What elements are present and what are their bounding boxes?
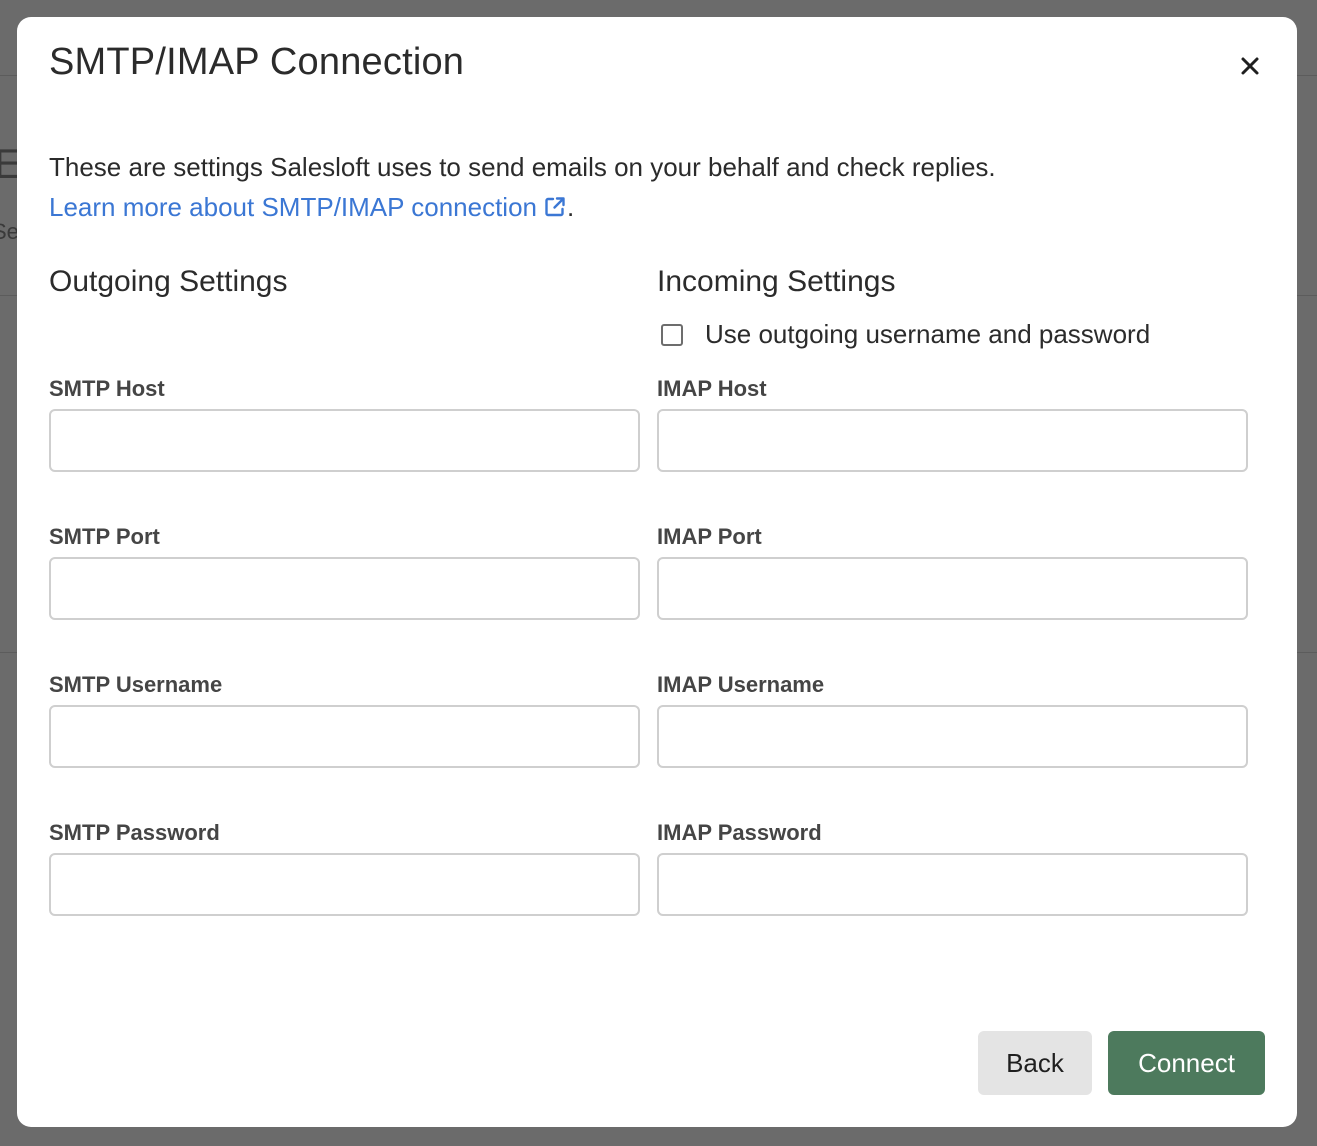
dialog-title: SMTP/IMAP Connection <box>49 41 465 83</box>
connect-button[interactable]: Connect <box>1108 1031 1265 1095</box>
imap-host-label: IMAP Host <box>657 376 767 401</box>
close-icon <box>1241 57 1259 75</box>
smtp-username-input[interactable] <box>49 705 640 768</box>
background-heading-fragment: E <box>0 140 17 187</box>
background-divider <box>1297 295 1317 296</box>
smtp-password-input[interactable] <box>49 853 640 916</box>
learn-more-link[interactable]: Learn more about SMTP/IMAP connection <box>49 192 567 222</box>
imap-port-label: IMAP Port <box>657 524 762 549</box>
imap-host-input[interactable] <box>657 409 1248 472</box>
background-divider <box>1297 652 1317 653</box>
smtp-host-input[interactable] <box>49 409 640 472</box>
smtp-port-label: SMTP Port <box>49 524 160 549</box>
use-outgoing-credentials-checkbox[interactable] <box>661 323 683 346</box>
learn-more-line: Learn more about SMTP/IMAP connection . <box>49 187 1249 227</box>
smtp-port-input[interactable] <box>49 557 640 620</box>
description-text: These are settings Salesloft uses to sen… <box>49 152 996 182</box>
background-divider <box>0 295 17 296</box>
imap-port-input[interactable] <box>657 557 1248 620</box>
use-outgoing-credentials-option[interactable]: Use outgoing username and password <box>657 319 1150 350</box>
background-divider <box>0 75 17 76</box>
learn-more-link-text: Learn more about SMTP/IMAP connection <box>49 192 537 222</box>
background-divider <box>0 652 17 653</box>
smtp-imap-dialog: SMTP/IMAP Connection These are settings … <box>17 17 1297 1127</box>
incoming-settings-heading: Incoming Settings <box>657 265 896 298</box>
background-divider <box>1297 75 1317 76</box>
smtp-username-label: SMTP Username <box>49 672 223 697</box>
imap-username-input[interactable] <box>657 705 1248 768</box>
use-outgoing-credentials-label: Use outgoing username and password <box>705 319 1151 349</box>
smtp-password-label: SMTP Password <box>49 820 220 845</box>
learn-more-period: . <box>567 192 575 222</box>
external-link-icon <box>545 197 565 217</box>
back-button[interactable]: Back <box>978 1031 1092 1095</box>
imap-username-label: IMAP Username <box>657 672 825 697</box>
dialog-description: These are settings Salesloft uses to sen… <box>49 147 1249 227</box>
imap-password-input[interactable] <box>657 853 1248 916</box>
outgoing-settings-heading: Outgoing Settings <box>49 265 288 298</box>
background-text-fragment: Se <box>0 219 17 244</box>
close-button[interactable] <box>1233 49 1267 83</box>
smtp-host-label: SMTP Host <box>49 376 165 401</box>
imap-password-label: IMAP Password <box>657 820 822 845</box>
